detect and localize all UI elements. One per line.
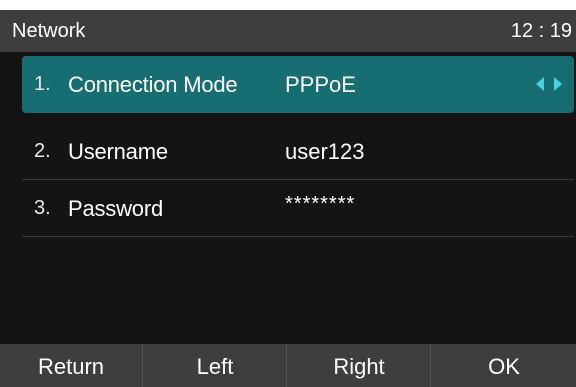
clock: 12 : 19 [510, 20, 572, 42]
network-menu-list: 1. Connection Mode PPPoE 2. Username use… [0, 52, 576, 344]
item-index: 1. [34, 73, 51, 95]
menu-item-connection-mode[interactable]: 1. Connection Mode PPPoE [22, 56, 574, 113]
menu-item-username[interactable]: 2. Username user123 [22, 123, 574, 180]
connection-mode-value[interactable]: PPPoE [285, 56, 356, 113]
left-softkey[interactable]: Left [144, 344, 287, 387]
return-softkey[interactable]: Return [0, 344, 143, 387]
item-label: Connection Mode [68, 72, 238, 97]
username-value[interactable]: user123 [285, 123, 365, 180]
right-softkey[interactable]: Right [288, 344, 431, 387]
softkey-bar: Return Left Right OK [0, 344, 576, 387]
left-right-arrows-icon[interactable] [534, 76, 564, 92]
menu-item-password[interactable]: 3. Password ******** [22, 180, 574, 237]
phone-screen: Network 12 : 19 1. Connection Mode PPPoE… [0, 10, 576, 387]
item-index: 3. [34, 197, 51, 219]
password-value[interactable]: ******** [285, 176, 355, 233]
row-divider [22, 236, 574, 237]
status-bar: Network 12 : 19 [0, 10, 576, 52]
item-label: Password [68, 196, 163, 221]
ok-softkey[interactable]: OK [432, 344, 576, 387]
page-title: Network [12, 20, 86, 42]
item-label: Username [68, 139, 168, 164]
item-index: 2. [34, 140, 51, 162]
